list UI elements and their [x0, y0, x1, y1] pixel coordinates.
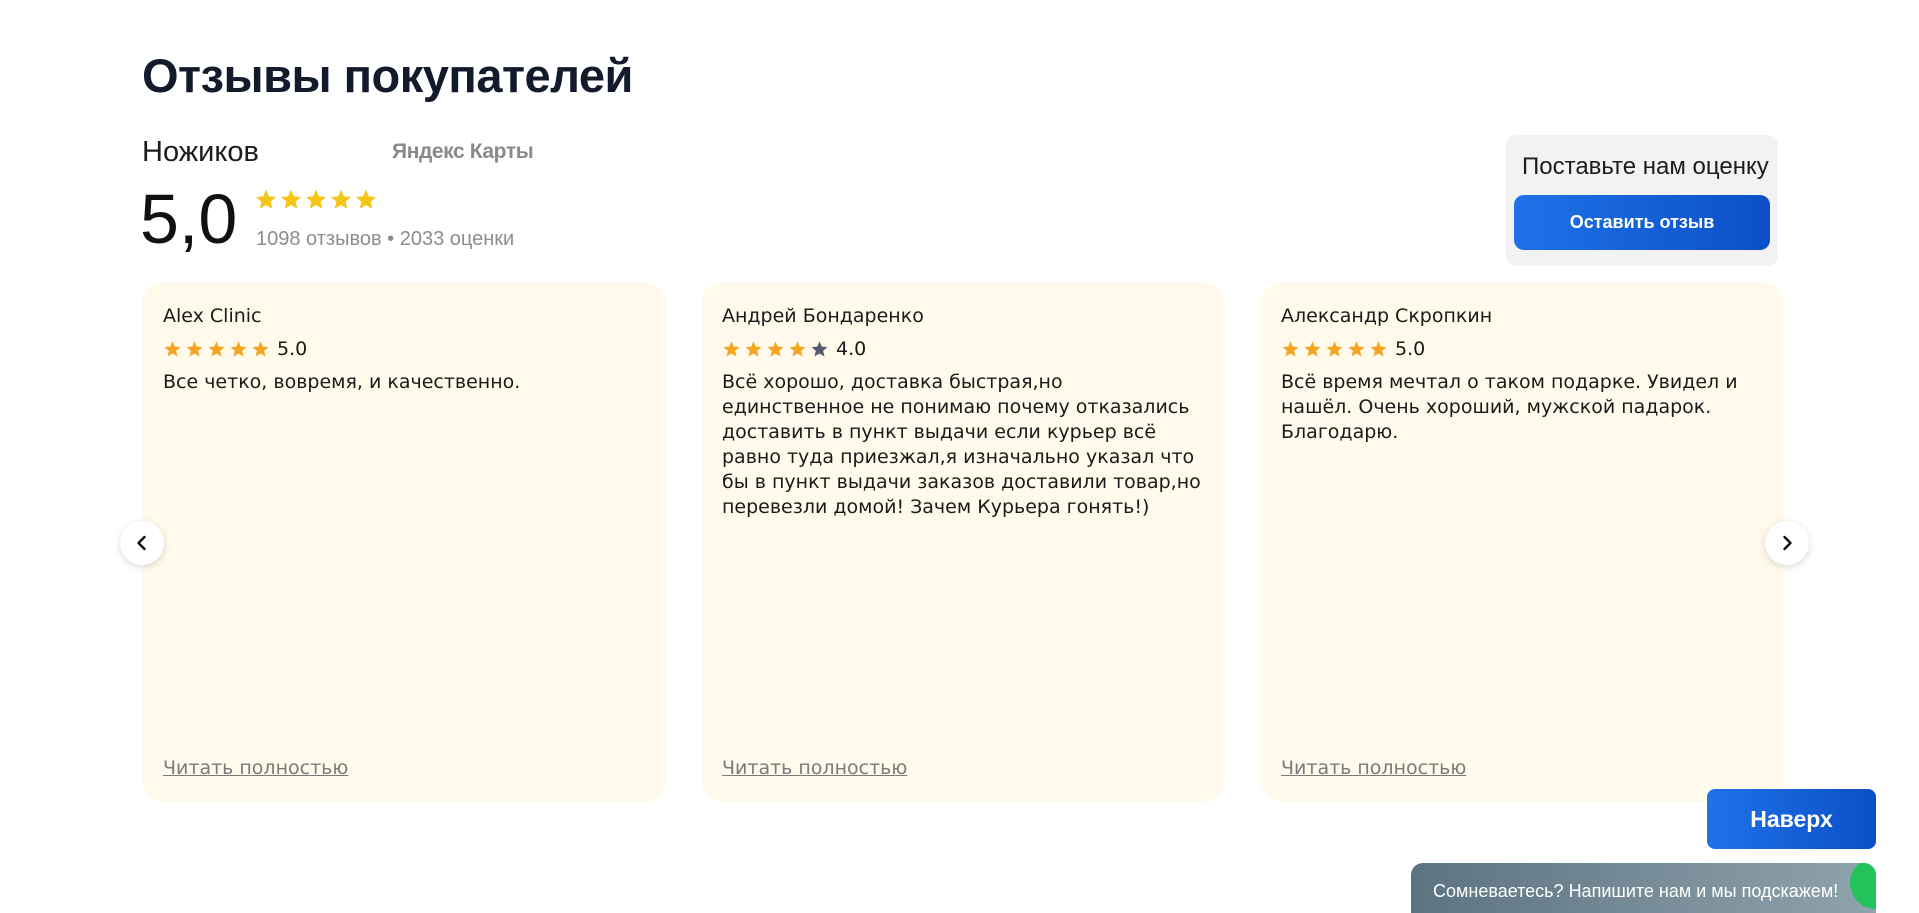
star-icon — [306, 189, 326, 209]
star-icon — [164, 340, 181, 356]
star-icon — [356, 189, 376, 209]
star-icon — [723, 340, 740, 356]
review-card: Александр Скропкин 5.0 Всё время мечтал … — [1260, 282, 1784, 802]
chat-widget-text: Сомневаетесь? Напишите нам и мы подскаже… — [1433, 881, 1839, 901]
review-card: Андрей Бондаренко 4.0 Всё хорошо, достав… — [701, 282, 1225, 802]
read-more-link[interactable]: Читать полностью — [1281, 757, 1466, 779]
star-icon — [186, 340, 203, 356]
star-icon — [1326, 340, 1343, 356]
review-card: Alex Clinic 5.0 Все четко, вовремя, и ка… — [142, 282, 666, 802]
review-text: Всё хорошо, доставка быстрая,но единстве… — [722, 371, 1201, 518]
review-text: Всё время мечтал о таком подарке. Увидел… — [1281, 371, 1738, 443]
chevron-right-icon — [1783, 535, 1792, 551]
review-counts: 1098 отзывов • 2033 оценки — [256, 228, 515, 250]
leave-review-button[interactable]: Оставить отзыв — [1514, 195, 1770, 250]
rate-us-box: Поставьте нам оценку Оставить отзыв — [1506, 135, 1778, 266]
star-icon — [767, 340, 784, 356]
next-review-button[interactable] — [1765, 521, 1809, 565]
star-icon — [1282, 340, 1299, 356]
review-score: 5.0 — [277, 338, 308, 360]
prev-review-button[interactable] — [120, 521, 164, 565]
star-icon — [1348, 340, 1365, 356]
yandex-maps-logo[interactable]: Яндекс Карты — [392, 140, 534, 164]
star-icon — [1370, 340, 1387, 356]
review-score: 4.0 — [836, 338, 867, 360]
star-icon — [256, 189, 276, 209]
review-rating: 5.0 — [163, 338, 307, 360]
overall-score: 5,0 — [140, 180, 238, 258]
scroll-to-top-button[interactable]: Наверх — [1707, 789, 1876, 849]
review-text: Все четко, вовремя, и качественно. — [163, 371, 521, 393]
read-more-link[interactable]: Читать полностью — [163, 757, 348, 779]
star-icon — [208, 340, 225, 356]
star-icon — [1304, 340, 1321, 356]
company-name: Ножиков — [142, 136, 259, 168]
star-icon — [745, 340, 762, 356]
star-icon — [789, 340, 806, 356]
chat-widget-bar[interactable]: Сомневаетесь? Напишите нам и мы подскаже… — [1411, 863, 1876, 913]
review-rating: 5.0 — [1281, 338, 1425, 360]
read-more-link[interactable]: Читать полностью — [722, 757, 907, 779]
chevron-left-icon — [137, 535, 146, 551]
star-icon — [331, 189, 351, 209]
overall-stars — [254, 188, 378, 212]
review-author: Андрей Бондаренко — [722, 305, 924, 327]
review-score: 5.0 — [1395, 338, 1426, 360]
rate-us-title: Поставьте нам оценку — [1522, 153, 1769, 180]
review-rating: 4.0 — [722, 338, 866, 360]
chat-status-icon — [1850, 863, 1876, 909]
review-author: Александр Скропкин — [1281, 305, 1493, 327]
star-icon — [281, 189, 301, 209]
star-icon — [252, 340, 269, 356]
review-author: Alex Clinic — [163, 305, 262, 327]
star-icon — [230, 340, 247, 356]
page-title: Отзывы покупателей — [142, 49, 633, 102]
star-icon — [811, 340, 828, 356]
